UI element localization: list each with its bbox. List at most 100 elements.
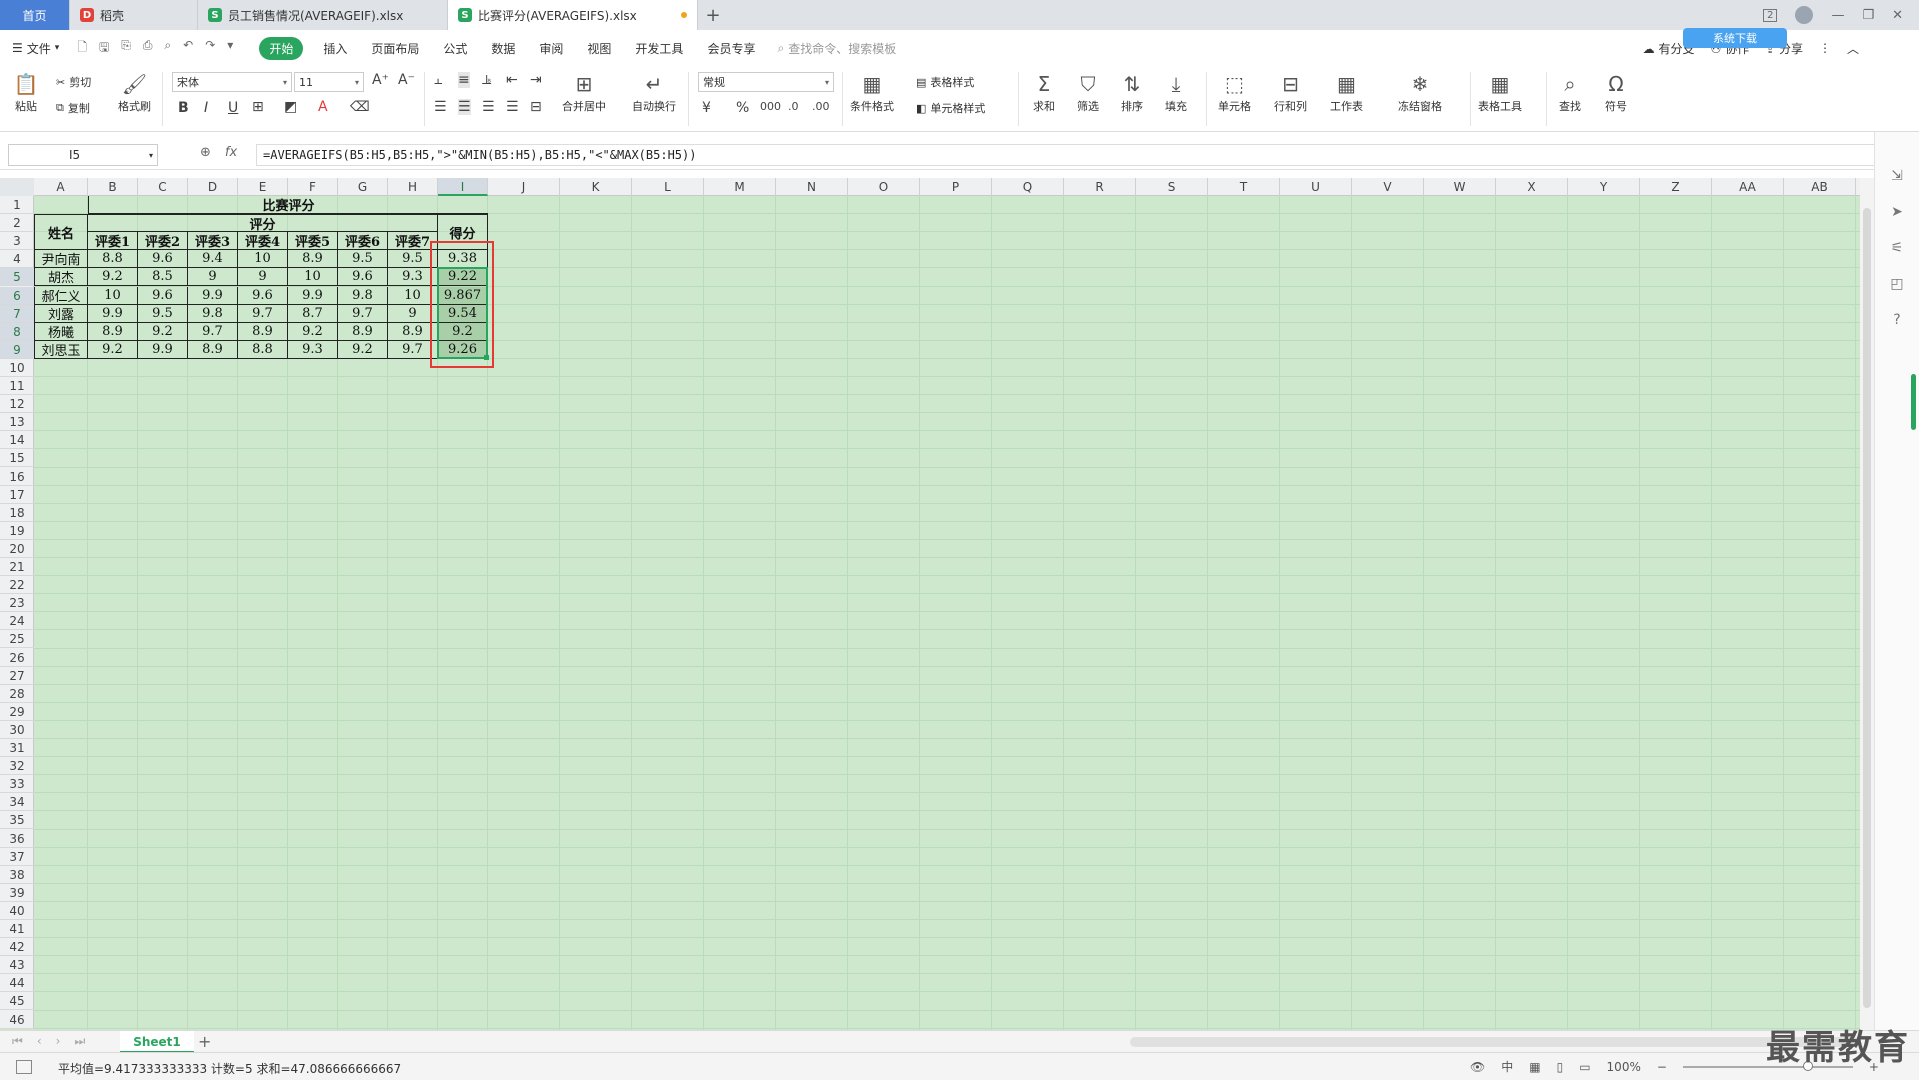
thousands-icon[interactable]: 000 [760, 100, 781, 113]
score-cell[interactable]: 9.9 [138, 340, 188, 359]
copy-button[interactable]: ⧉ 复制 [56, 100, 90, 116]
align-middle-icon[interactable]: ≡ [458, 72, 470, 88]
score-cell[interactable]: 9.9 [188, 286, 238, 305]
score-cell[interactable]: 9.6 [138, 286, 188, 305]
collapse-ribbon-icon[interactable]: ︿ [1847, 40, 1859, 57]
formula-input[interactable]: =AVERAGEIFS(B5:H5,B5:H5,">"&MIN(B5:H5),B… [256, 144, 1876, 166]
judge-header-cell[interactable]: 评委5 [288, 232, 338, 251]
row-header-7[interactable]: 7 [0, 304, 34, 323]
cut-button[interactable]: ✂ 剪切 [56, 74, 91, 90]
row-header-6[interactable]: 6 [0, 286, 34, 305]
judge-header-cell[interactable]: 评委3 [188, 232, 238, 251]
row-header-5[interactable]: 5 [0, 268, 34, 287]
column-header-e[interactable]: E [238, 178, 288, 196]
column-header-g[interactable]: G [338, 178, 388, 196]
scroll-thumb[interactable] [1863, 208, 1871, 1008]
add-sheet-button[interactable]: + [198, 1032, 211, 1051]
score-cell[interactable]: 10 [88, 286, 138, 305]
save-icon[interactable]: 🖫 [99, 38, 109, 59]
tab-home[interactable]: 首页 [0, 0, 70, 30]
filter-button[interactable]: ⛉ 筛选 [1074, 70, 1102, 114]
clear-format-icon[interactable]: ⌫ [350, 99, 370, 115]
horizontal-scrollbar[interactable] [1130, 1037, 1860, 1047]
menu-review[interactable]: 审阅 [539, 40, 563, 57]
row-header-8[interactable]: 8 [0, 322, 34, 341]
row-header-20[interactable]: 20 [0, 540, 34, 558]
row-header-29[interactable]: 29 [0, 703, 34, 721]
menu-data[interactable]: 数据 [491, 40, 515, 57]
page-view-icon[interactable]: ▯ [1557, 1060, 1564, 1074]
tab-file-averageif[interactable]: S 员工销售情况(AVERAGEIF).xlsx [198, 0, 448, 30]
row-header-30[interactable]: 30 [0, 721, 34, 739]
wrap-text-button[interactable]: ↵ 自动换行 [632, 70, 676, 114]
cell-button[interactable]: ⬚ 单元格 [1218, 70, 1251, 114]
score-cell[interactable]: 9.6 [138, 250, 188, 269]
name-cell[interactable]: 郝仁义 [34, 286, 88, 305]
score-cell[interactable]: 8.8 [88, 250, 138, 269]
score-cell[interactable]: 9.3 [288, 340, 338, 359]
row-header-24[interactable]: 24 [0, 612, 34, 631]
row-header-25[interactable]: 25 [0, 630, 34, 649]
score-cell[interactable]: 9 [188, 268, 238, 287]
fx-icon[interactable]: fx [225, 145, 237, 160]
score-cell[interactable]: 9 [238, 268, 288, 287]
restore-icon[interactable]: ❐ [1862, 8, 1874, 23]
last-sheet-icon[interactable]: ⏭ [74, 1034, 85, 1049]
row-header-15[interactable]: 15 [0, 449, 34, 468]
score-cell[interactable]: 10 [238, 250, 288, 269]
row-header-37[interactable]: 37 [0, 848, 34, 866]
menu-home[interactable]: 开始 [259, 36, 304, 60]
row-header-45[interactable]: 45 [0, 992, 34, 1011]
column-header-u[interactable]: U [1280, 178, 1352, 196]
table-style-button[interactable]: ▤ 表格样式 [916, 74, 974, 90]
shapes-icon[interactable]: ◰ [1889, 276, 1905, 292]
row-header-19[interactable]: 19 [0, 522, 34, 540]
score-cell[interactable]: 9.8 [338, 286, 388, 305]
close-icon[interactable]: ✕ [1892, 8, 1903, 23]
zoom-formula-icon[interactable]: ⊕ [200, 145, 211, 160]
column-header-r[interactable]: R [1064, 178, 1136, 196]
sheet-title-cell[interactable]: 比赛评分 [88, 196, 488, 215]
align-left-icon[interactable]: ☰ [434, 99, 447, 115]
score-cell[interactable]: 9.5 [338, 250, 388, 269]
column-header-a[interactable]: A [34, 178, 88, 196]
spreadsheet-grid[interactable]: A B C D E F G H I J K L M N O P Q R S T U V W X Y Z AA AB 123456789… [0, 178, 1860, 1030]
row-header-21[interactable]: 21 [0, 558, 34, 577]
row-header-13[interactable]: 13 [0, 413, 34, 432]
row-header-11[interactable]: 11 [0, 377, 34, 396]
column-header-m[interactable]: M [704, 178, 776, 196]
command-search[interactable]: ⌕ 查找命令、搜索模板 [777, 40, 896, 57]
column-header-h[interactable]: H [388, 178, 438, 196]
column-header-k[interactable]: K [560, 178, 632, 196]
macro-icon[interactable] [16, 1060, 32, 1074]
score-cell[interactable]: 8.9 [88, 322, 138, 341]
score-cell[interactable]: 9.9 [88, 304, 138, 323]
score-cell[interactable]: 8.9 [338, 322, 388, 341]
indent-increase-icon[interactable]: ⇥ [530, 72, 542, 88]
score-cell[interactable]: 9.6 [338, 268, 388, 287]
row-header-14[interactable]: 14 [0, 431, 34, 450]
column-header-s[interactable]: S [1136, 178, 1208, 196]
row-header-44[interactable]: 44 [0, 974, 34, 993]
row-header-32[interactable]: 32 [0, 757, 34, 776]
percent-icon[interactable]: % [736, 100, 749, 116]
row-header-18[interactable]: 18 [0, 504, 34, 522]
score-cell[interactable]: 9.5 [138, 304, 188, 323]
next-sheet-icon[interactable]: › [56, 1034, 61, 1049]
menu-insert[interactable]: 插入 [323, 40, 347, 57]
fill-color-icon[interactable]: ◩ [284, 99, 297, 115]
pin-icon[interactable]: ⇲ [1889, 168, 1905, 184]
merge-center-button[interactable]: ⊞ 合并居中 [562, 70, 606, 114]
row-header-36[interactable]: 36 [0, 830, 34, 848]
score-cell[interactable]: 9.4 [188, 250, 238, 269]
row-header-28[interactable]: 28 [0, 685, 34, 703]
score-cell[interactable]: 9.7 [338, 304, 388, 323]
score-cell[interactable]: 9.2 [88, 268, 138, 287]
column-header-o[interactable]: O [848, 178, 920, 196]
column-header-w[interactable]: W [1424, 178, 1496, 196]
font-shrink-icon[interactable]: A⁻ [398, 72, 415, 88]
score-cell[interactable]: 10 [288, 268, 338, 287]
column-header-f[interactable]: F [288, 178, 338, 196]
judge-header-cell[interactable]: 评委4 [238, 232, 288, 251]
font-name-select[interactable]: 宋体 ▾ [172, 72, 292, 92]
